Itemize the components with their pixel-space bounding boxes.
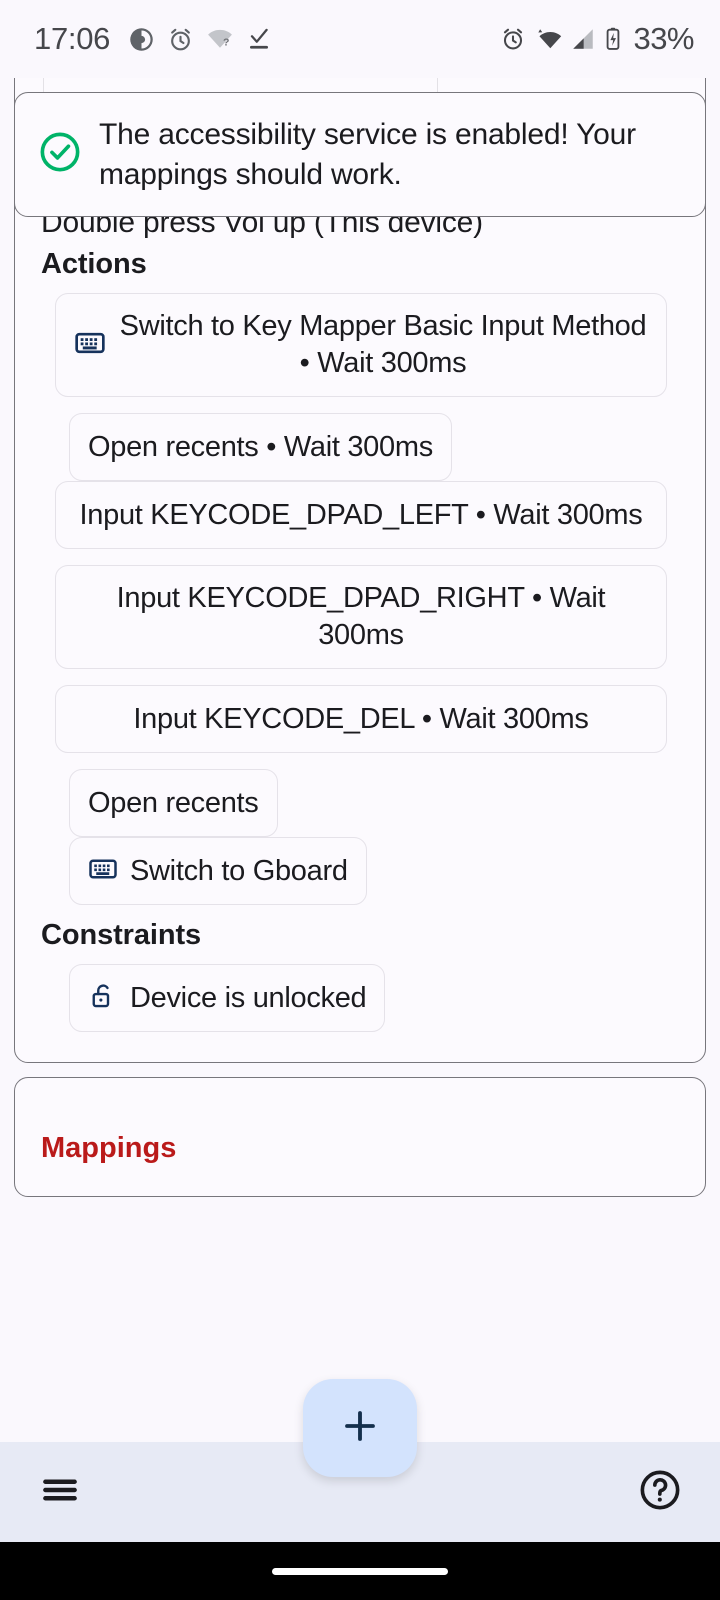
scroll-content[interactable]: Trigger Double press Vol up (This device…	[0, 78, 720, 1600]
plus-icon	[339, 1405, 381, 1452]
svg-text:?: ?	[223, 37, 229, 49]
constraint-chip[interactable]: Device is unlocked	[69, 964, 386, 1033]
alarm-icon	[167, 26, 194, 53]
action-chip[interactable]: Open recents • Wait 300ms	[69, 413, 452, 482]
action-label: Input KEYCODE_DPAD_RIGHT • Wait 300ms	[116, 582, 606, 652]
banner-message: The accessibility service is enabled! Yo…	[99, 118, 636, 191]
action-chip[interactable]: Input KEYCODE_DPAD_RIGHT • Wait 300ms	[55, 565, 667, 670]
action-chip[interactable]: Open recents	[69, 769, 278, 838]
help-button[interactable]	[632, 1464, 688, 1520]
actions-section-title: Actions	[41, 248, 147, 280]
wifi-no-internet-icon: ?	[206, 25, 234, 53]
action-row: Open recents	[41, 769, 679, 838]
wifi-icon	[533, 25, 563, 53]
action-label: Open recents • Wait 300ms	[88, 430, 433, 463]
action-chip[interactable]: Switch to Gboard	[69, 837, 367, 906]
keyboard-icon	[88, 854, 118, 889]
help-circle-icon	[637, 1467, 683, 1518]
accessibility-status-banner[interactable]: The accessibility service is enabled! Yo…	[14, 92, 706, 218]
action-chip[interactable]: Switch to Key Mapper Basic Input Method …	[55, 293, 667, 398]
add-mapping-fab[interactable]	[303, 1379, 417, 1477]
alarm-icon	[500, 26, 526, 52]
status-bar: 17:06 ? 33%	[0, 0, 720, 78]
action-label: Open recents	[88, 786, 259, 819]
action-label: Input KEYCODE_DEL • Wait 300ms	[133, 702, 589, 735]
battery-charging-icon	[603, 26, 623, 52]
status-bar-left: 17:06 ?	[34, 21, 272, 57]
mapping-card[interactable]: Trigger Double press Vol up (This device…	[14, 142, 706, 1064]
lock-open-icon	[88, 981, 118, 1016]
action-row: Open recents • Wait 300ms	[41, 413, 679, 482]
constraint-row: Device is unlocked	[41, 964, 679, 1033]
action-label: Input KEYCODE_DPAD_LEFT • Wait 300ms	[79, 498, 643, 531]
menu-button[interactable]	[32, 1464, 88, 1520]
battery-percentage: 33%	[633, 21, 694, 56]
next-mapping-card-clipped[interactable]: Mappings	[14, 1077, 706, 1198]
do-not-disturb-icon	[128, 26, 155, 53]
status-bar-right: 33%	[500, 21, 694, 57]
cellular-signal-icon	[570, 26, 596, 52]
constraints-list: Device is unlocked	[41, 964, 679, 1033]
gesture-pill[interactable]	[272, 1567, 448, 1575]
actions-list: Switch to Key Mapper Basic Input Method …	[41, 293, 679, 906]
check-circle-icon	[37, 129, 83, 180]
action-chip[interactable]: Input KEYCODE_DEL • Wait 300ms	[55, 685, 667, 754]
next-card-heading: Mappings	[41, 1132, 177, 1165]
hamburger-menu-icon	[38, 1468, 82, 1517]
action-label: Switch to Gboard	[130, 854, 348, 887]
action-chip[interactable]: Input KEYCODE_DPAD_LEFT • Wait 300ms	[55, 481, 667, 550]
action-label: Switch to Key Mapper Basic Input Method …	[119, 310, 647, 380]
download-complete-icon	[246, 26, 272, 52]
action-row: Switch to Gboard	[41, 837, 679, 906]
constraints-section-title: Constraints	[41, 919, 202, 952]
constraint-label: Device is unlocked	[130, 981, 367, 1014]
keyboard-icon	[74, 327, 106, 364]
status-bar-clock: 17:06	[34, 21, 111, 56]
system-navigation-bar	[0, 1542, 720, 1600]
